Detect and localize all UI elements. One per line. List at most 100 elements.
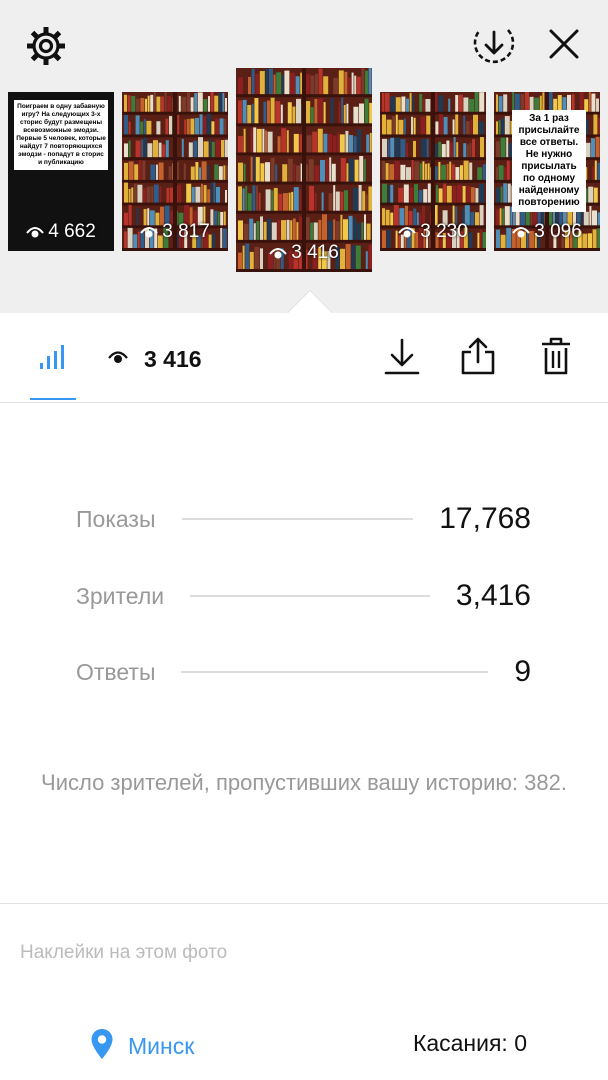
book-spine [595, 136, 600, 158]
book-spine [134, 164, 139, 180]
book-spine [181, 138, 184, 158]
book-spine [238, 162, 243, 182]
book-spine [593, 187, 598, 203]
book-spine [287, 102, 292, 124]
close-button[interactable] [542, 24, 586, 68]
stat-line [181, 671, 489, 673]
story-thumbnail-2[interactable]: 3 817 [122, 92, 228, 251]
insights-tab[interactable] [30, 333, 76, 383]
book-spine [162, 144, 166, 158]
book-spine [267, 218, 272, 240]
book-spine [361, 68, 365, 95]
book-spine [460, 165, 463, 180]
book-spine [256, 128, 262, 153]
location-sticker[interactable]: Минск [90, 1026, 194, 1066]
book-spine [361, 222, 364, 240]
book-spine [463, 97, 469, 112]
book-spine [353, 187, 358, 211]
book-spine [479, 92, 485, 112]
book-spine [315, 73, 318, 95]
book-spine [252, 185, 256, 211]
book-spine [178, 95, 181, 112]
book-spine [128, 121, 131, 135]
book-spine [500, 137, 506, 158]
book-spine [128, 188, 131, 203]
book-spine [409, 92, 412, 112]
book-spine [248, 76, 251, 95]
book-spine [548, 92, 553, 112]
settings-button[interactable] [22, 24, 70, 72]
insights-panel: 3 416 Показы 17,768 Зрители 3,416 Ответы… [0, 313, 608, 1080]
book-spine [368, 68, 372, 95]
download-button[interactable] [380, 335, 424, 381]
story-thumbnail-5[interactable]: За 1 раз присылайте все ответы. Не нужно… [494, 92, 600, 251]
book-spine [498, 120, 501, 135]
book-spine [265, 130, 267, 153]
book-spine [215, 139, 221, 158]
book-spine [153, 140, 158, 158]
book-spine [479, 183, 484, 203]
book-spine [151, 186, 154, 203]
book-spine [128, 140, 131, 158]
book-spine [498, 165, 504, 180]
book-spine [203, 185, 207, 203]
share-button[interactable] [456, 335, 500, 381]
book-spine [406, 98, 409, 112]
book-spine [401, 96, 406, 112]
book-spine [331, 163, 336, 182]
book-spine [267, 100, 270, 124]
book-spine [167, 96, 172, 112]
book-spine [364, 98, 369, 124]
book-spine [271, 190, 274, 211]
story-carousel-area: Поиграем в одну забавную игру? На следую… [0, 0, 608, 313]
book-spine [438, 188, 443, 203]
book-spine [207, 164, 210, 180]
skipped-viewers-note: Число зрителей, пропустивших вашу истори… [41, 770, 567, 795]
book-spine [147, 143, 153, 158]
book-spine [449, 161, 452, 180]
book-spine [177, 114, 180, 135]
story-thumbnail-4[interactable]: 3 230 [380, 92, 486, 251]
story-thumbnail-1[interactable]: Поиграем в одну забавную игру? На следую… [8, 92, 114, 251]
selection-pointer [287, 291, 333, 314]
book-spine [250, 156, 253, 182]
book-spine [446, 185, 452, 203]
book-spine [443, 116, 448, 135]
book-spine [197, 92, 203, 112]
book-spine [135, 115, 140, 135]
book-spine [253, 155, 256, 182]
book-spine [463, 160, 469, 180]
book-spine [469, 162, 473, 180]
book-spine [156, 121, 161, 135]
book-spine [419, 163, 422, 180]
book-spine [313, 222, 318, 240]
book-spine [273, 187, 278, 211]
book-spine [403, 184, 409, 203]
story-thumbnail-3-selected[interactable]: 3 416 [236, 68, 372, 272]
book-spine [456, 142, 459, 158]
book-spine [218, 92, 222, 112]
book-spine [446, 163, 449, 180]
book-spine [406, 167, 411, 180]
book-spine [168, 166, 172, 180]
book-spine [351, 72, 354, 95]
book-spine [333, 77, 339, 95]
book-spine [406, 143, 408, 158]
book-spine [392, 116, 396, 135]
book-spine [124, 162, 128, 180]
book-spine [390, 184, 394, 203]
book-spine [145, 98, 147, 112]
book-spine [321, 192, 324, 211]
book-spine [496, 121, 498, 135]
delete-button[interactable] [534, 335, 578, 381]
book-spine [414, 161, 420, 180]
book-spine [478, 121, 484, 135]
book-spine [141, 139, 144, 158]
book-spine [470, 187, 475, 203]
book-spine [161, 96, 164, 112]
download-all-button[interactable] [470, 22, 518, 70]
book-spine [190, 118, 195, 135]
book-spine [349, 135, 353, 153]
book-spine [368, 186, 372, 211]
book-spine [195, 117, 199, 135]
